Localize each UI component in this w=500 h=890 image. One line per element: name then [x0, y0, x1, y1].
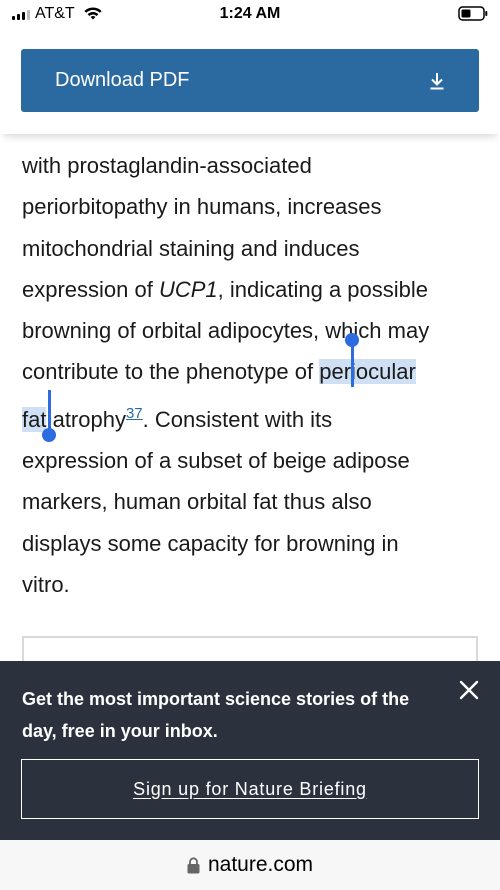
- text-line: expression of UCP1, indicating a possibl…: [22, 276, 429, 302]
- text-line: periorbitopathy in humans, increases: [22, 194, 382, 220]
- text-line: mitochondrial staining and induces: [22, 235, 360, 261]
- article-body: with prostaglandin-associated periorbito…: [22, 104, 482, 605]
- newsletter-text: Get the most important science stories o…: [22, 689, 410, 741]
- article-paragraph: with prostaglandin-associated periorbito…: [22, 104, 482, 605]
- text-line: markers, human orbital fat thus also: [22, 489, 372, 515]
- address-bar[interactable]: nature.com: [0, 840, 500, 890]
- status-bar: AT&T 1:24 AM: [0, 0, 500, 28]
- domain-label: nature.com: [207, 853, 314, 876]
- close-icon[interactable]: [458, 679, 480, 701]
- text-line: contribute to the phenotype of periocula…: [22, 359, 416, 385]
- signup-button[interactable]: Sign up for Nature Briefing: [21, 759, 479, 819]
- text-line: with prostaglandin-associated: [22, 153, 312, 178]
- text-line: vitro.: [22, 571, 70, 597]
- text-line: browning of orbital adipocytes, which ma…: [22, 318, 430, 344]
- newsletter-banner: Get the most important science stories o…: [0, 661, 500, 840]
- download-pdf-button[interactable]: Download PDF: [21, 49, 479, 112]
- lock-icon: [187, 856, 200, 873]
- selected-text[interactable]: fat: [22, 406, 47, 432]
- clock: 1:24 AM: [219, 5, 281, 22]
- text-line: displays some capacity for browning in: [22, 530, 399, 556]
- text-line: expression of a subset of beige adipose: [22, 448, 410, 474]
- gene-name: UCP1: [158, 276, 218, 302]
- download-bar: Download PDF: [0, 28, 500, 134]
- url-display[interactable]: nature.com: [187, 853, 313, 877]
- text-line: fat atrophy37. Consistent with its: [22, 404, 333, 432]
- reference-link[interactable]: 37: [126, 405, 143, 422]
- battery-icon: [458, 6, 488, 21]
- download-pdf-label: Download PDF: [55, 69, 190, 91]
- download-icon: [430, 72, 444, 89]
- selected-text[interactable]: periocular: [319, 359, 416, 385]
